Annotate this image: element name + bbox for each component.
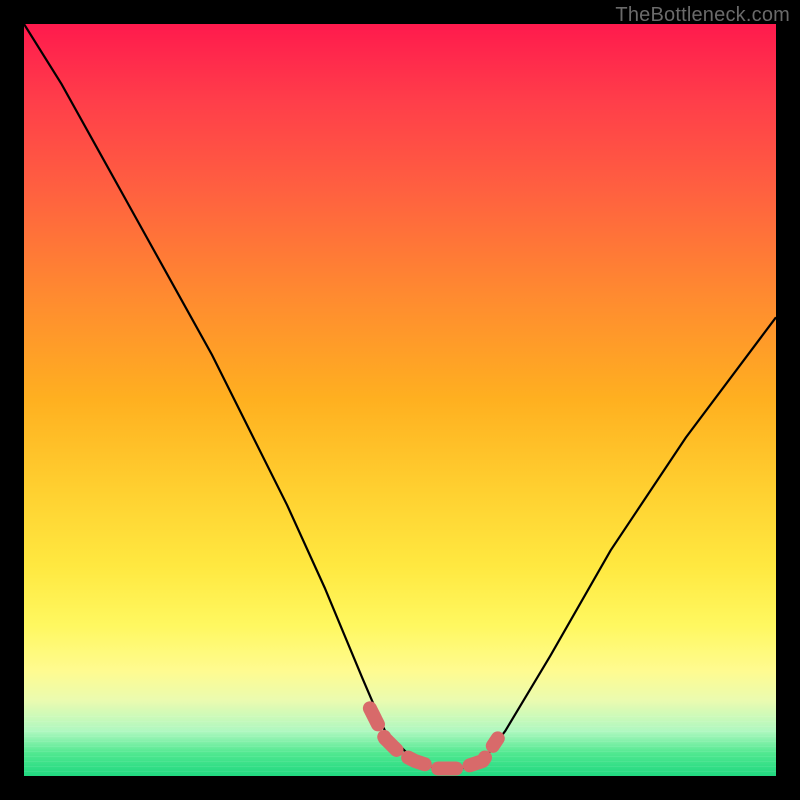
- curve-layer: [24, 24, 776, 776]
- plot-area: [24, 24, 776, 776]
- watermark-text: TheBottleneck.com: [615, 4, 790, 27]
- bottleneck-curve: [24, 24, 776, 769]
- highlight-segment: [370, 708, 498, 768]
- chart-frame: TheBottleneck.com: [0, 0, 800, 800]
